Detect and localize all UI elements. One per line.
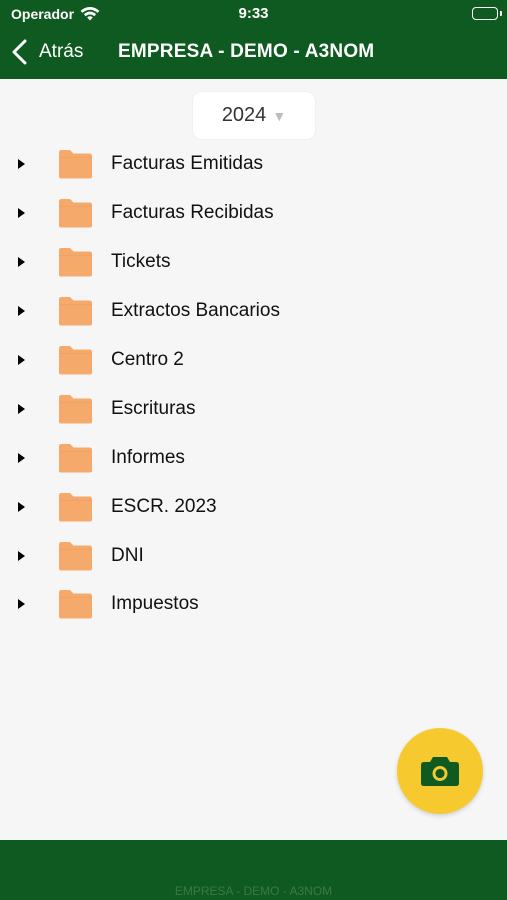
folder-row[interactable]: Tickets (0, 238, 507, 287)
folder-icon (57, 345, 94, 376)
chevron-left-icon (12, 39, 27, 65)
back-button[interactable]: Atrás (10, 37, 83, 67)
caret-right-icon[interactable] (18, 403, 25, 414)
folder-tree: Facturas Emitidas Facturas Recibidas Ticke… (0, 140, 507, 629)
status-time: 9:33 (238, 5, 269, 22)
battery-tip (500, 11, 502, 16)
folder-icon (57, 491, 94, 522)
caret-right-icon[interactable] (18, 550, 25, 561)
folder-label: Escrituras (111, 397, 196, 419)
folder-label: Extractos Bancarios (111, 300, 280, 322)
caret-right-icon[interactable] (18, 501, 25, 512)
folder-label: DNI (111, 544, 144, 566)
folder-row[interactable]: Impuestos (0, 580, 507, 629)
folder-label: Facturas Emitidas (111, 153, 264, 175)
caret-right-icon[interactable] (18, 452, 25, 463)
status-bar: Operador 9:33 (0, 0, 507, 28)
folder-icon (57, 198, 94, 229)
folder-label: Facturas Recibidas (111, 202, 274, 224)
page-title: EMPRESA - DEMO - A3NOM (118, 41, 375, 62)
year-value: 2024 (221, 104, 267, 126)
folder-row[interactable]: Facturas Recibidas (0, 189, 507, 238)
folder-row[interactable]: Facturas Emitidas (0, 140, 507, 189)
bottom-bar: EMPRESA - DEMO - A3NOM (0, 840, 507, 900)
folder-label: Impuestos (111, 593, 199, 615)
back-label: Atrás (39, 41, 84, 62)
folder-label: ESCR. 2023 (111, 495, 217, 517)
caret-right-icon[interactable] (18, 208, 25, 219)
battery-icon (472, 7, 498, 20)
folder-row[interactable]: ESCR. 2023 (0, 482, 507, 531)
footer-label: EMPRESA - DEMO - A3NOM (174, 884, 333, 898)
camera-icon (421, 757, 459, 786)
year-selector[interactable]: 2024 ▼ (193, 92, 315, 139)
folder-label: Informes (111, 446, 185, 468)
folder-label: Centro 2 (111, 349, 184, 370)
folder-label: Tickets (111, 251, 171, 273)
folder-icon (57, 589, 94, 620)
caret-right-icon[interactable] (18, 599, 25, 610)
folder-icon (57, 149, 94, 180)
camera-button[interactable] (397, 728, 483, 814)
folder-row[interactable]: Centro 2 (0, 336, 507, 385)
folder-icon (57, 247, 94, 278)
folder-row[interactable]: Informes (0, 433, 507, 482)
folder-icon (57, 540, 94, 571)
caret-right-icon[interactable] (18, 306, 25, 317)
caret-right-icon[interactable] (18, 257, 25, 268)
folder-row[interactable]: DNI (0, 531, 507, 580)
folder-icon (57, 296, 94, 327)
folder-icon (57, 393, 94, 424)
dropdown-arrow-icon: ▼ (272, 107, 287, 124)
caret-right-icon[interactable] (18, 159, 25, 170)
folder-icon (57, 442, 94, 473)
top-bar: Operador 9:33 Atrás EMPRESA - DEMO - A3N… (0, 0, 507, 79)
folder-row[interactable]: Escrituras (0, 384, 507, 433)
caret-right-icon[interactable] (18, 355, 25, 365)
folder-row[interactable]: Extractos Bancarios (0, 287, 507, 336)
